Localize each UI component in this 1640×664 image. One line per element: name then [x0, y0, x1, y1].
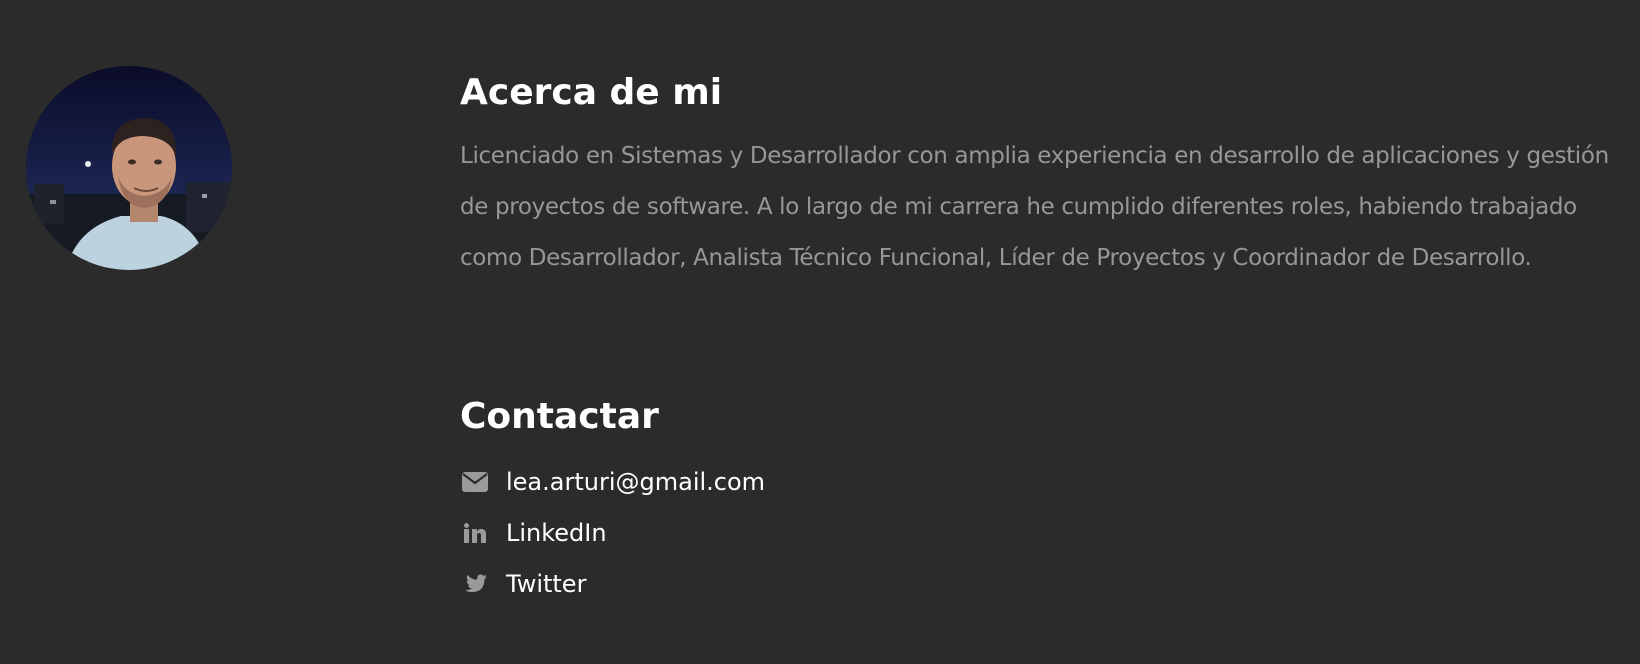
envelope-icon: [460, 467, 490, 497]
contact-twitter-link[interactable]: Twitter: [460, 558, 765, 609]
contact-list: lea.arturi@gmail.com LinkedIn Twitter: [460, 456, 765, 609]
contact-email-link[interactable]: lea.arturi@gmail.com: [460, 456, 765, 507]
about-heading: Acerca de mi: [460, 72, 723, 113]
contact-linkedin-link[interactable]: LinkedIn: [460, 507, 765, 558]
twitter-icon: [460, 569, 490, 599]
contact-heading: Contactar: [460, 396, 659, 437]
contact-email-label: lea.arturi@gmail.com: [506, 467, 766, 496]
profile-avatar: [26, 66, 232, 270]
about-text: Licenciado en Sistemas y Desarrollador c…: [460, 143, 1609, 271]
contact-twitter-label: Twitter: [506, 569, 587, 598]
contact-linkedin-label: LinkedIn: [506, 518, 607, 547]
linkedin-icon: [460, 518, 490, 548]
